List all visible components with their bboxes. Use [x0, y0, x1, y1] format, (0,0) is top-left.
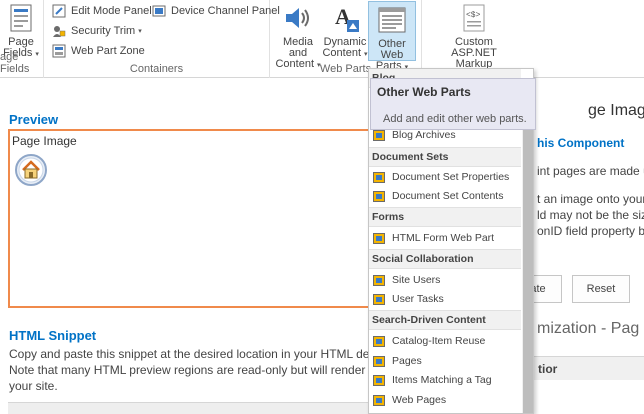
menu-item-label: Blog Archives: [392, 129, 456, 141]
component-title-partial: ge Imag: [588, 102, 644, 119]
web-part-icon: [373, 355, 385, 367]
web-part-icon: [373, 335, 385, 347]
custom-aspnet-markup-button[interactable]: <$> Custom ASP.NET Markup: [436, 2, 512, 70]
edit-mode-panel-button[interactable]: Edit Mode Panel▾: [52, 2, 158, 20]
web-part-zone-icon: [52, 44, 66, 58]
svg-text:<$>: <$>: [466, 11, 481, 20]
security-trim-label: Security Trim: [71, 25, 136, 37]
dynamic-content-button[interactable]: A Dynamic Content ▾: [322, 2, 368, 60]
menu-item-site-users[interactable]: Site Users: [373, 271, 440, 289]
media-content-icon: [282, 2, 314, 34]
category-forms: Forms: [369, 207, 521, 227]
preview-heading: Preview: [9, 112, 59, 127]
menu-item-label: Document Set Contents: [392, 190, 504, 202]
dynamic-content-icon: A: [329, 2, 361, 34]
web-part-zone-button[interactable]: Web Part Zone: [52, 42, 145, 60]
ribbon-group-web-parts: Media and Content▾ A Dynamic Content▾: [270, 0, 422, 78]
category-social-collaboration: Social Collaboration: [369, 249, 521, 269]
snippet-line-1: Copy and paste this snippet at the desir…: [9, 347, 369, 361]
about-line-2: t an image onto your: [537, 192, 644, 206]
reset-button[interactable]: Reset: [572, 275, 630, 303]
media-content-label-1: Media and: [283, 36, 313, 59]
web-part-zone-label: Web Part Zone: [71, 45, 145, 57]
menu-item-label: Items Matching a Tag: [392, 374, 492, 386]
ribbon-group-page-fields: Page Fields ▾ age Fields: [0, 0, 44, 78]
preview-text: Page Image: [12, 134, 77, 148]
customization-heading-partial: mization - Pag: [537, 320, 640, 337]
menu-item-web-pages[interactable]: Web Pages: [373, 391, 446, 409]
web-part-icon: [373, 171, 385, 183]
other-web-parts-icon: [376, 4, 408, 36]
snippet-description: Copy and paste this snippet at the desir…: [9, 346, 369, 394]
snippet-line-2: Note that many HTML preview regions are …: [9, 363, 369, 377]
menu-item-items-matching-a-tag[interactable]: Items Matching a Tag: [373, 371, 492, 389]
about-line-3: ld may not be the siz: [537, 208, 644, 222]
category-document-sets: Document Sets: [369, 147, 521, 167]
category-search-driven-content: Search-Driven Content: [369, 310, 521, 330]
about-line-4: onID field property b: [537, 224, 644, 238]
ribbon: Page Fields▾ age Fields Edit Mode Panel▾…: [0, 0, 644, 78]
media-content-button[interactable]: Media and Content ▾: [274, 2, 322, 71]
preview-box: Page Image: [8, 129, 370, 308]
device-channel-panel-button[interactable]: Device Channel Panel: [152, 2, 280, 20]
other-web-parts-label-1: Other Web: [378, 38, 406, 61]
web-part-icon: [373, 293, 385, 305]
page-fields-icon: [5, 2, 37, 34]
table-header-partial: tior: [538, 362, 558, 376]
web-part-icon: [373, 129, 385, 141]
tooltip-description: Add and edit other web parts.: [383, 113, 527, 125]
edit-mode-panel-label: Edit Mode Panel: [71, 5, 152, 17]
about-component-heading-partial: his Component: [537, 136, 625, 150]
menu-item-label: Document Set Properties: [392, 171, 510, 183]
menu-scrollbar-thumb[interactable]: [523, 121, 533, 413]
device-channel-panel-label: Device Channel Panel: [171, 5, 280, 17]
web-part-icon: [373, 190, 385, 202]
menu-scrollbar[interactable]: [522, 121, 533, 413]
device-channel-panel-icon: [152, 4, 166, 18]
snippet-line-3: your site.: [9, 379, 58, 393]
customization-table-header: tior: [534, 356, 644, 380]
tooltip-title: Other Web Parts: [377, 85, 471, 99]
home-image-icon: [14, 153, 48, 187]
menu-item-document-set-properties[interactable]: Document Set Properties: [373, 168, 509, 186]
dynamic-content-label-2: Content ▾: [322, 47, 368, 59]
menu-item-user-tasks[interactable]: User Tasks: [373, 290, 444, 308]
other-web-parts-tooltip: Other Web Parts Add and edit other web p…: [370, 78, 536, 130]
web-part-icon: [373, 274, 385, 286]
custom-aspnet-label-1: Custom ASP.NET: [451, 36, 497, 59]
web-part-icon: [373, 394, 385, 406]
group-label-containers: Containers: [129, 63, 184, 75]
menu-item-label: Site Users: [392, 274, 441, 286]
other-web-parts-button[interactable]: Other Web Parts▾: [368, 1, 416, 72]
menu-item-catalog-item-reuse[interactable]: Catalog-Item Reuse: [373, 332, 485, 350]
menu-item-label: Web Pages: [392, 394, 447, 406]
menu-item-document-set-contents[interactable]: Document Set Contents: [373, 187, 503, 205]
about-line-1: int pages are made u: [537, 164, 644, 178]
ribbon-group-containers: Edit Mode Panel▾ Security Trim▾ Web Part…: [44, 0, 280, 78]
menu-item-label: Catalog-Item Reuse: [392, 335, 486, 347]
menu-item-pages[interactable]: Pages: [373, 352, 422, 370]
security-trim-icon: [52, 24, 66, 38]
menu-item-html-form-web-part[interactable]: HTML Form Web Part: [373, 229, 494, 247]
menu-item-label: User Tasks: [392, 293, 444, 305]
edit-mode-panel-icon: [52, 4, 66, 18]
group-label-page-fields: age Fields: [0, 51, 30, 75]
html-snippet-heading: HTML Snippet: [9, 328, 97, 343]
web-part-icon: [373, 232, 385, 244]
menu-item-label: Pages: [392, 355, 422, 367]
snippet-code-box[interactable]: [8, 402, 370, 414]
custom-aspnet-icon: <$>: [458, 2, 490, 34]
security-trim-button[interactable]: Security Trim ▾: [52, 22, 142, 40]
web-part-icon: [373, 374, 385, 386]
menu-item-label: HTML Form Web Part: [392, 232, 495, 244]
